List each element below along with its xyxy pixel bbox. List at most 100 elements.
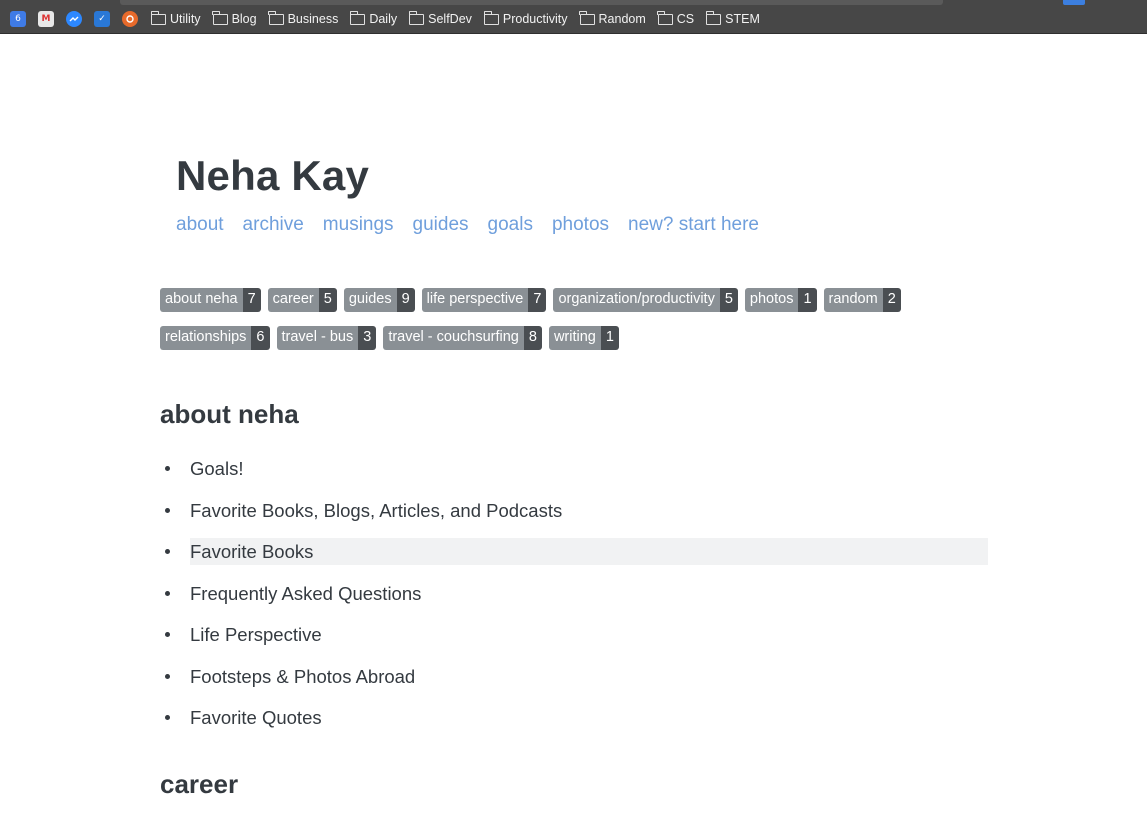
- tag-label: about neha: [160, 288, 243, 312]
- bookmark-folder-utility[interactable]: Utility: [150, 10, 201, 27]
- list-item: Goals!: [160, 455, 988, 497]
- tag-label: travel - bus: [276, 326, 359, 350]
- nav-link-start-here[interactable]: new? start here: [628, 214, 759, 236]
- list-item: Favorite Books: [160, 538, 988, 580]
- tag-travel-couchsurfing[interactable]: travel - couchsurfing 8: [383, 326, 542, 350]
- folder-icon: [150, 10, 166, 25]
- post-link[interactable]: Favorite Quotes: [190, 704, 326, 731]
- nav-link-musings[interactable]: musings: [323, 214, 394, 236]
- bookmark-folder-label: Random: [598, 12, 646, 26]
- tag-count: 8: [523, 326, 542, 350]
- post-link[interactable]: Life Perspective: [190, 621, 326, 648]
- bullet-icon: [165, 549, 170, 554]
- nav-link-goals[interactable]: goals: [488, 214, 533, 236]
- bookmark-folder-cs[interactable]: CS: [657, 10, 695, 27]
- post-link[interactable]: Footsteps & Photos Abroad: [190, 663, 419, 690]
- orange-app-icon[interactable]: [122, 11, 138, 27]
- list-item: Footsteps & Photos Abroad: [160, 663, 988, 705]
- google-calendar-icon[interactable]: 6: [10, 11, 26, 27]
- bookmark-folder-label: Blog: [231, 12, 257, 26]
- bullet-icon: [165, 507, 170, 513]
- bullet-icon: [165, 590, 170, 596]
- tag-count: 7: [528, 288, 547, 312]
- tag-relationships[interactable]: relationships 6: [160, 326, 270, 350]
- folder-icon: [212, 10, 228, 25]
- list-item: Frequently Asked Questions: [160, 580, 988, 622]
- tag-count: 1: [798, 288, 817, 312]
- folder-icon: [483, 10, 499, 25]
- tag-label: photos: [744, 288, 799, 312]
- bookmarks-bar: 6 M ✓ Utility Blog Business Daily SelfDe…: [0, 0, 1147, 34]
- bookmark-folder-daily[interactable]: Daily: [349, 10, 398, 27]
- bullet-icon: [165, 632, 170, 637]
- tag-label: writing: [548, 326, 601, 350]
- folder-icon: [408, 10, 425, 25]
- bullet-icon: [165, 466, 170, 471]
- tag-career[interactable]: career 5: [267, 288, 337, 312]
- tag-photos[interactable]: photos 1: [744, 288, 817, 312]
- tag-count: 9: [396, 288, 415, 312]
- bullet-icon: [165, 673, 170, 679]
- tag-label: random: [823, 288, 883, 312]
- tag-organization-productivity[interactable]: organization/productivity 5: [553, 288, 738, 312]
- tag-count: 6: [251, 326, 270, 350]
- tag-cloud: about neha 7 career 5 guides 9 life perspec…: [160, 288, 960, 364]
- post-link[interactable]: Goals!: [190, 455, 247, 482]
- bookmark-folder-label: Productivity: [502, 12, 568, 26]
- tag-count: 2: [882, 288, 901, 312]
- section-heading-career: career: [160, 769, 239, 799]
- tag-count: 3: [358, 326, 377, 350]
- messenger-icon[interactable]: [66, 11, 82, 27]
- tasks-check-icon[interactable]: ✓: [94, 11, 110, 27]
- gmail-icon[interactable]: M: [38, 11, 54, 27]
- extension-badge-icon[interactable]: [1063, 0, 1085, 5]
- tag-label: guides: [343, 288, 397, 312]
- folder-icon: [268, 10, 284, 25]
- bookmark-folder-selfdev[interactable]: SelfDev: [408, 10, 472, 27]
- section-heading-about-neha: about neha: [160, 399, 299, 429]
- tag-guides[interactable]: guides 9: [343, 288, 415, 312]
- post-link-hovered[interactable]: Favorite Books: [190, 538, 988, 565]
- tag-label: travel - couchsurfing: [383, 326, 524, 350]
- tag-life-perspective[interactable]: life perspective 7: [421, 288, 547, 312]
- tag-label: career: [267, 288, 319, 312]
- post-link[interactable]: Frequently Asked Questions: [190, 580, 425, 607]
- bookmark-folder-business[interactable]: Business: [268, 10, 339, 27]
- bookmark-folder-label: Business: [287, 12, 339, 26]
- post-link[interactable]: Favorite Books, Blogs, Articles, and Pod…: [190, 497, 566, 524]
- address-bar-edge[interactable]: [120, 0, 943, 5]
- tag-label: life perspective: [421, 288, 529, 312]
- nav-link-photos[interactable]: photos: [552, 214, 609, 236]
- tag-writing[interactable]: writing 1: [548, 326, 619, 350]
- bookmark-folder-label: Daily: [369, 12, 398, 26]
- bookmark-folder-label: STEM: [725, 12, 760, 26]
- site-title[interactable]: Neha Kay: [176, 152, 369, 200]
- bookmark-folder-label: CS: [676, 12, 695, 26]
- bookmark-folder-label: Utility: [170, 12, 201, 26]
- bookmark-folder-blog[interactable]: Blog: [212, 10, 257, 27]
- list-item: Life Perspective: [160, 621, 988, 663]
- bookmark-folder-productivity[interactable]: Productivity: [483, 10, 568, 27]
- post-list-about-neha: Goals! Favorite Books, Blogs, Articles, …: [160, 455, 988, 746]
- bookmark-folder-random[interactable]: Random: [579, 10, 646, 27]
- folder-icon: [579, 10, 595, 25]
- tag-count: 7: [242, 288, 261, 312]
- nav-link-archive[interactable]: archive: [243, 214, 304, 236]
- nav-link-guides[interactable]: guides: [413, 214, 469, 236]
- folder-icon: [705, 10, 722, 25]
- folder-icon: [349, 10, 366, 25]
- tag-count: 5: [719, 288, 738, 312]
- folder-icon: [657, 10, 673, 25]
- tag-count: 1: [600, 326, 619, 350]
- tag-random[interactable]: random 2: [823, 288, 901, 312]
- bullet-icon: [165, 715, 170, 720]
- list-item: Favorite Books, Blogs, Articles, and Pod…: [160, 497, 988, 539]
- list-item: Favorite Quotes: [160, 704, 988, 746]
- bookmark-folder-stem[interactable]: STEM: [705, 10, 760, 27]
- tag-travel-bus[interactable]: travel - bus 3: [276, 326, 377, 350]
- bookmark-folder-label: SelfDev: [428, 12, 472, 26]
- tag-about-neha[interactable]: about neha 7: [160, 288, 261, 312]
- nav-link-about[interactable]: about: [176, 214, 224, 236]
- tag-label: relationships: [160, 326, 252, 350]
- tag-count: 5: [318, 288, 337, 312]
